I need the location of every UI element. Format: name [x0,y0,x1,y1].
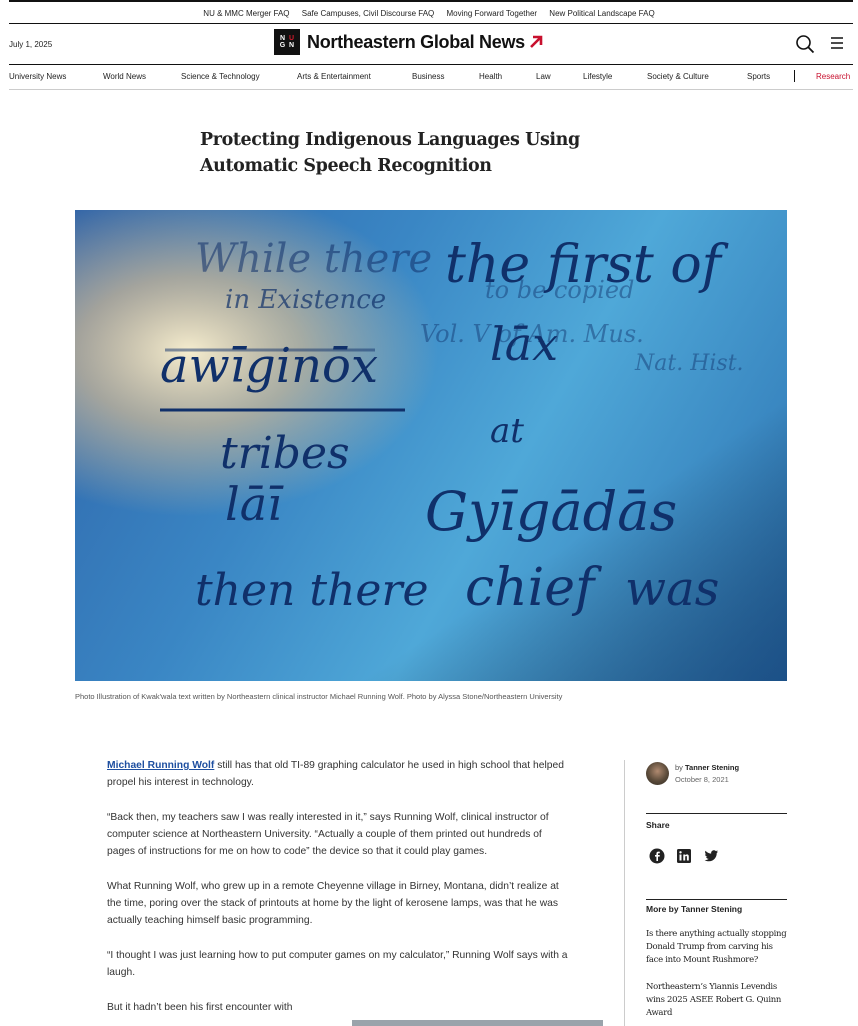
image-caption: Photo Illustration of Kwak'wala text wri… [75,692,563,701]
article-body: Michael Running Wolf still has that old … [107,757,572,1026]
nav-research[interactable]: Research [816,72,850,81]
paragraph: “I thought I was just learning how to pu… [107,950,568,978]
divider [646,899,787,900]
svg-text:in Existence: in Existence [225,285,386,315]
author-profile-link[interactable]: Michael Running Wolf [107,760,214,771]
svg-text:chief: chief [465,558,602,618]
svg-text:Gyīgādās: Gyīgādās [425,480,677,543]
faq-link-merger[interactable]: NU & MMC Merger FAQ [203,7,289,21]
main-nav: University News World News Science & Tec… [9,70,853,84]
inline-image [352,1020,603,1026]
paragraph: Michael Running Wolf still has that old … [107,760,564,788]
svg-text:tribes: tribes [220,428,350,479]
publish-date: October 8, 2021 [675,775,729,784]
nav-university-news[interactable]: University News [9,72,66,81]
nav-science-technology[interactable]: Science & Technology [181,72,260,81]
divider [9,64,853,65]
twitter-icon[interactable] [703,848,719,864]
more-by-author-label: More by Tanner Stening [646,904,743,914]
divider [9,89,853,90]
paragraph: But it hadn’t been his first encounter w… [107,1002,293,1013]
nav-society-culture[interactable]: Society & Culture [647,72,709,81]
nav-business[interactable]: Business [412,72,444,81]
article-title: Protecting Indigenous Languages Using Au… [200,130,580,176]
divider [646,813,787,814]
svg-text:lāx: lāx [490,317,558,371]
nav-arts-entertainment[interactable]: Arts & Entertainment [297,72,371,81]
nav-world-news[interactable]: World News [103,72,146,81]
faq-link-moving-forward[interactable]: Moving Forward Together [447,7,538,21]
sidebar-divider [624,760,625,1026]
author-name[interactable]: Tanner Stening [685,763,739,772]
svg-text:Nat. Hist.: Nat. Hist. [634,351,744,376]
svg-text:lāī: lāī [225,477,284,531]
arrow-up-right-icon [529,35,543,49]
site-logo[interactable]: N U G N Northeastern Global News [274,29,543,55]
nav-law[interactable]: Law [536,72,551,81]
related-article-link[interactable]: Is there anything actually stopping Dona… [646,928,787,967]
handwritten-text-illustration: While there the first of in Existence to… [75,210,787,681]
linkedin-icon[interactable] [676,848,692,864]
share-buttons [649,848,719,864]
faq-link-safe-campuses[interactable]: Safe Campuses, Civil Discourse FAQ [302,7,435,21]
facebook-icon[interactable] [649,848,665,864]
byline: by Tanner Stening [675,763,740,772]
svg-text:While there: While there [195,236,432,282]
svg-text:awīginōx: awīginōx [160,338,378,394]
nav-sports[interactable]: Sports [747,72,770,81]
author-info: by Tanner Stening October 8, 2021 [646,762,739,785]
site-header: July 1, 2025 N U G N Northeastern Global… [0,24,858,64]
current-date: July 1, 2025 [9,40,53,49]
faq-link-political-landscape[interactable]: New Political Landscape FAQ [549,7,654,21]
svg-text:was: was [625,561,719,617]
svg-text:at: at [490,411,524,451]
site-name: Northeastern Global News [307,31,525,52]
logo-mark: N U G N [274,29,300,55]
svg-text:to be copied: to be copied [485,276,634,304]
svg-text:then there: then there [195,565,429,616]
paragraph: What Running Wolf, who grew up in a remo… [107,881,559,926]
top-border [9,0,853,2]
paragraph: “Back then, my teachers saw I was really… [107,812,549,857]
hamburger-menu-icon[interactable] [830,36,844,50]
search-icon[interactable] [795,34,815,54]
faq-bar: NU & MMC Merger FAQ Safe Campuses, Civil… [0,7,858,21]
more-by-author-list: Is there anything actually stopping Dona… [646,928,787,1026]
hero-image: While there the first of in Existence to… [75,210,787,681]
avatar[interactable] [646,762,669,785]
related-article-link[interactable]: Northeastern’s Yiannis Levendis wins 202… [646,981,787,1020]
nav-health[interactable]: Health [479,72,502,81]
share-label: Share [646,820,670,830]
nav-lifestyle[interactable]: Lifestyle [583,72,612,81]
nav-separator [794,70,795,82]
